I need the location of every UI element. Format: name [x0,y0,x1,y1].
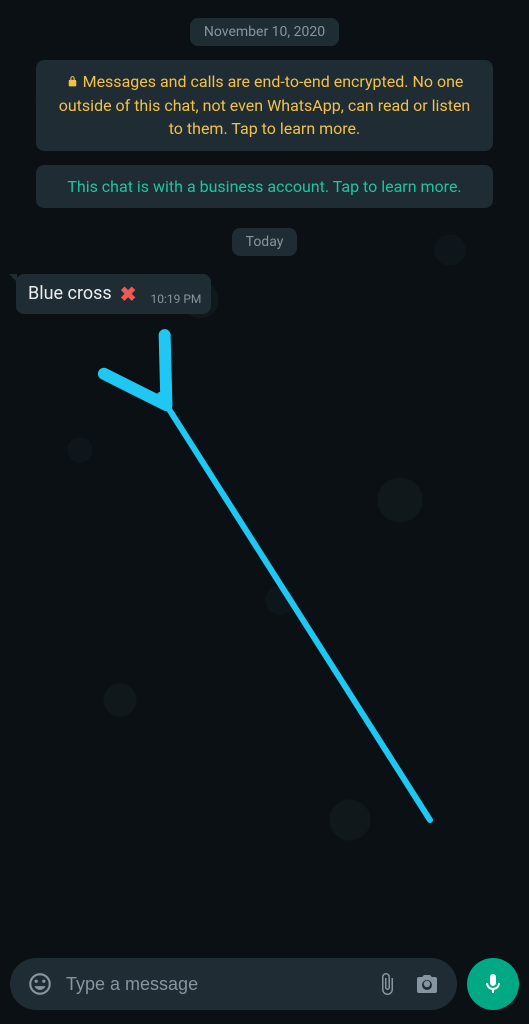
message-text: Blue cross ✖ [28,282,136,306]
attachment-icon[interactable] [367,964,407,1004]
chat-content-area: November 10, 2020 Messages and calls are… [0,0,529,950]
message-body: Blue cross [28,283,112,304]
message-composer [0,950,529,1024]
business-account-banner[interactable]: This chat is with a business account. Ta… [36,165,493,208]
cross-mark-icon: ✖ [120,282,137,306]
voice-record-button[interactable] [467,958,519,1010]
lock-icon [66,71,79,94]
incoming-message-bubble[interactable]: Blue cross ✖ 10:19 PM [16,274,211,314]
business-text: This chat is with a business account. Ta… [67,177,461,196]
composer-input-wrap [10,958,457,1010]
message-timestamp: 10:19 PM [150,292,201,306]
message-input[interactable] [60,974,367,995]
encryption-banner[interactable]: Messages and calls are end-to-end encryp… [36,60,493,151]
today-separator: Today [232,228,298,256]
date-separator: November 10, 2020 [190,18,339,46]
encryption-text: Messages and calls are end-to-end encryp… [59,72,471,138]
emoji-icon[interactable] [20,964,60,1004]
camera-icon[interactable] [407,964,447,1004]
